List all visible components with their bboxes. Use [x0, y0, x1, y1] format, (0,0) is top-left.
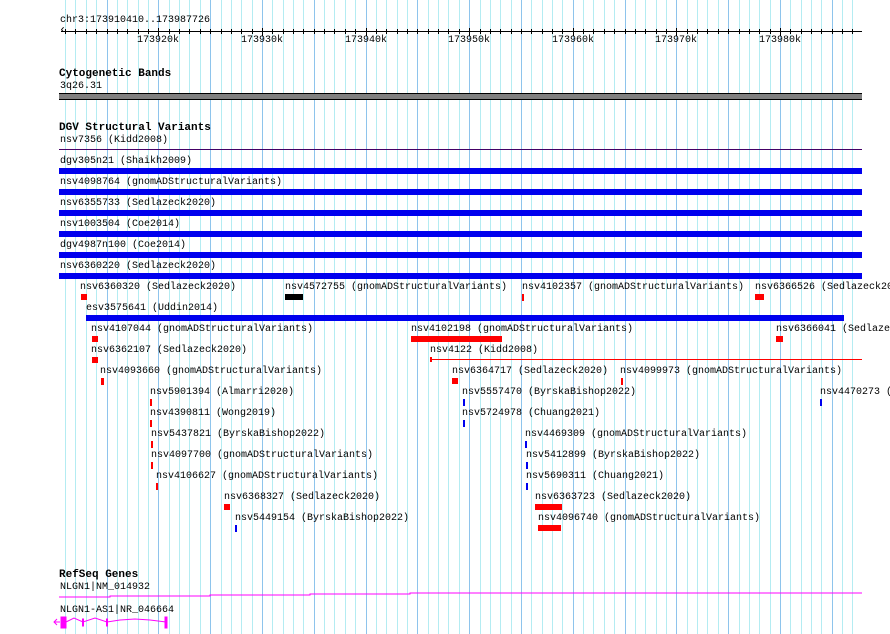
sv-feature-bar[interactable]: [59, 252, 862, 258]
sv-feature-bar[interactable]: [59, 210, 862, 216]
gene-nlgn1-as1[interactable]: [0, 614, 890, 630]
sv-feature-label[interactable]: nsv1003504 (Coe2014): [60, 219, 180, 230]
sv-feature-bar[interactable]: [463, 420, 465, 427]
sv-feature-bar[interactable]: [525, 441, 527, 448]
sv-feature-label[interactable]: nsv4572755 (gnomADStructuralVariants): [285, 282, 507, 293]
sv-feature-label[interactable]: nsv4106627 (gnomADStructuralVariants): [156, 471, 378, 482]
sv-feature-label[interactable]: nsv4390811 (Wong2019): [150, 408, 276, 419]
sv-feature-label[interactable]: nsv4107044 (gnomADStructuralVariants): [91, 324, 313, 335]
cytoband-bar[interactable]: [59, 93, 862, 100]
sv-feature-label[interactable]: nsv6363723 (Sedlazeck2020): [535, 492, 691, 503]
sv-feature-label[interactable]: nsv6366041 (Sedlazeck2020): [776, 324, 890, 335]
sv-feature-bar[interactable]: [755, 294, 764, 300]
sv-feature-bar[interactable]: [151, 441, 153, 448]
cytoband-label: 3q26.31: [60, 81, 103, 92]
sv-feature-label[interactable]: nsv4098764 (gnomADStructuralVariants): [60, 177, 282, 188]
sv-feature-bar[interactable]: [59, 273, 862, 279]
sv-feature-label[interactable]: nsv4470273 (ByrskaBishop2022): [820, 387, 890, 398]
sv-feature-label[interactable]: dgv305n21 (Shaikh2009): [60, 156, 192, 167]
sv-feature-label[interactable]: nsv4093660 (gnomADStructuralVariants): [100, 366, 322, 377]
ruler-left-arrow-icon: ‹: [59, 23, 67, 37]
sv-feature-bar[interactable]: [522, 294, 524, 301]
ruler-tick-label: 173930k: [241, 35, 284, 46]
sv-feature-label[interactable]: nsv6360220 (Sedlazeck2020): [60, 261, 216, 272]
sv-feature-bar[interactable]: [463, 399, 465, 406]
ruler-tick-label: 173960k: [552, 35, 595, 46]
ruler-tick-label: 173920k: [137, 35, 180, 46]
cytobands-track-title[interactable]: Cytogenetic Bands: [59, 68, 171, 80]
sv-feature-bar[interactable]: [430, 359, 862, 360]
sv-feature-bar[interactable]: [535, 504, 562, 510]
sv-feature-label[interactable]: nsv4469309 (gnomADStructuralVariants): [525, 429, 747, 440]
sv-feature-bar[interactable]: [150, 399, 152, 406]
sv-feature-bar[interactable]: [452, 378, 458, 384]
sv-feature-bar[interactable]: [526, 483, 528, 490]
ruler-tick-label: 173980k: [759, 35, 802, 46]
sv-feature-label[interactable]: nsv6368327 (Sedlazeck2020): [224, 492, 380, 503]
sv-feature-label[interactable]: nsv4097700 (gnomADStructuralVariants): [151, 450, 373, 461]
sv-feature-label[interactable]: nsv4122 (Kidd2008): [430, 345, 538, 356]
sv-feature-bar[interactable]: [621, 378, 623, 385]
sv-feature-bar[interactable]: [151, 462, 153, 469]
sv-feature-label[interactable]: nsv6360320 (Sedlazeck2020): [80, 282, 236, 293]
sv-feature-bar[interactable]: [285, 294, 303, 300]
ruler-tick-label: 173950k: [448, 35, 491, 46]
sv-feature-label[interactable]: nsv4102198 (gnomADStructuralVariants): [411, 324, 633, 335]
sv-feature-label[interactable]: nsv5901394 (Almarri2020): [150, 387, 294, 398]
ruler-tick-label: 173970k: [655, 35, 698, 46]
sv-feature-label[interactable]: nsv6366526 (Sedlazeck2020): [755, 282, 890, 293]
sv-feature-label[interactable]: dgv4987n100 (Coe2014): [60, 240, 186, 251]
sv-feature-bar[interactable]: [59, 168, 862, 174]
sv-feature-bar[interactable]: [59, 231, 862, 237]
sv-feature-bar[interactable]: [538, 525, 561, 531]
sv-feature-label[interactable]: nsv6362107 (Sedlazeck2020): [91, 345, 247, 356]
sv-feature-label[interactable]: nsv4102357 (gnomADStructuralVariants): [522, 282, 744, 293]
sv-feature-bar[interactable]: [92, 357, 98, 363]
ruler-tick-label: 173940k: [345, 35, 388, 46]
sv-feature-bar[interactable]: [235, 525, 237, 532]
sv-feature-label[interactable]: nsv5437821 (ByrskaBishop2022): [151, 429, 325, 440]
sv-feature-bar[interactable]: [101, 378, 104, 385]
sv-feature-label[interactable]: nsv6355733 (Sedlazeck2020): [60, 198, 216, 209]
sv-feature-label[interactable]: nsv4099973 (gnomADStructuralVariants): [620, 366, 842, 377]
dgv-track-title[interactable]: DGV Structural Variants: [59, 122, 211, 134]
sv-feature-bar[interactable]: [411, 336, 502, 342]
sv-feature-label[interactable]: nsv5449154 (ByrskaBishop2022): [235, 513, 409, 524]
ruler-axis: [61, 31, 862, 32]
gene-nlgn1[interactable]: [0, 590, 890, 602]
sv-feature-label[interactable]: nsv5557470 (ByrskaBishop2022): [462, 387, 636, 398]
sv-feature-bar[interactable]: [820, 399, 822, 406]
sv-feature-bar[interactable]: [526, 462, 528, 469]
location-label: chr3:173910410..173987726: [60, 15, 211, 26]
sv-feature-endcap: [430, 357, 432, 362]
sv-feature-bar[interactable]: [92, 336, 98, 342]
sv-feature-bar[interactable]: [224, 504, 230, 510]
refseq-track-title[interactable]: RefSeq Genes: [59, 569, 138, 581]
sv-feature-label[interactable]: nsv5412899 (ByrskaBishop2022): [526, 450, 700, 461]
sv-feature-bar[interactable]: [59, 149, 862, 150]
sv-feature-bar[interactable]: [86, 315, 844, 321]
sv-feature-bar[interactable]: [81, 294, 87, 300]
sv-feature-label[interactable]: nsv4096740 (gnomADStructuralVariants): [538, 513, 760, 524]
sv-feature-label[interactable]: nsv5724978 (Chuang2021): [462, 408, 600, 419]
sv-feature-label[interactable]: nsv5690311 (Chuang2021): [526, 471, 664, 482]
genome-browser-view[interactable]: chr3:173910410..173987726 ‹ 173920k 173930…: [0, 0, 890, 634]
sv-feature-label[interactable]: nsv6364717 (Sedlazeck2020): [452, 366, 608, 377]
sv-feature-label[interactable]: nsv7356 (Kidd2008): [60, 135, 168, 146]
sv-feature-bar[interactable]: [59, 189, 862, 195]
sv-feature-bar[interactable]: [150, 420, 152, 427]
sv-feature-bar[interactable]: [776, 336, 783, 342]
sv-feature-bar[interactable]: [156, 483, 158, 490]
sv-feature-label[interactable]: esv3575641 (Uddin2014): [86, 303, 218, 314]
